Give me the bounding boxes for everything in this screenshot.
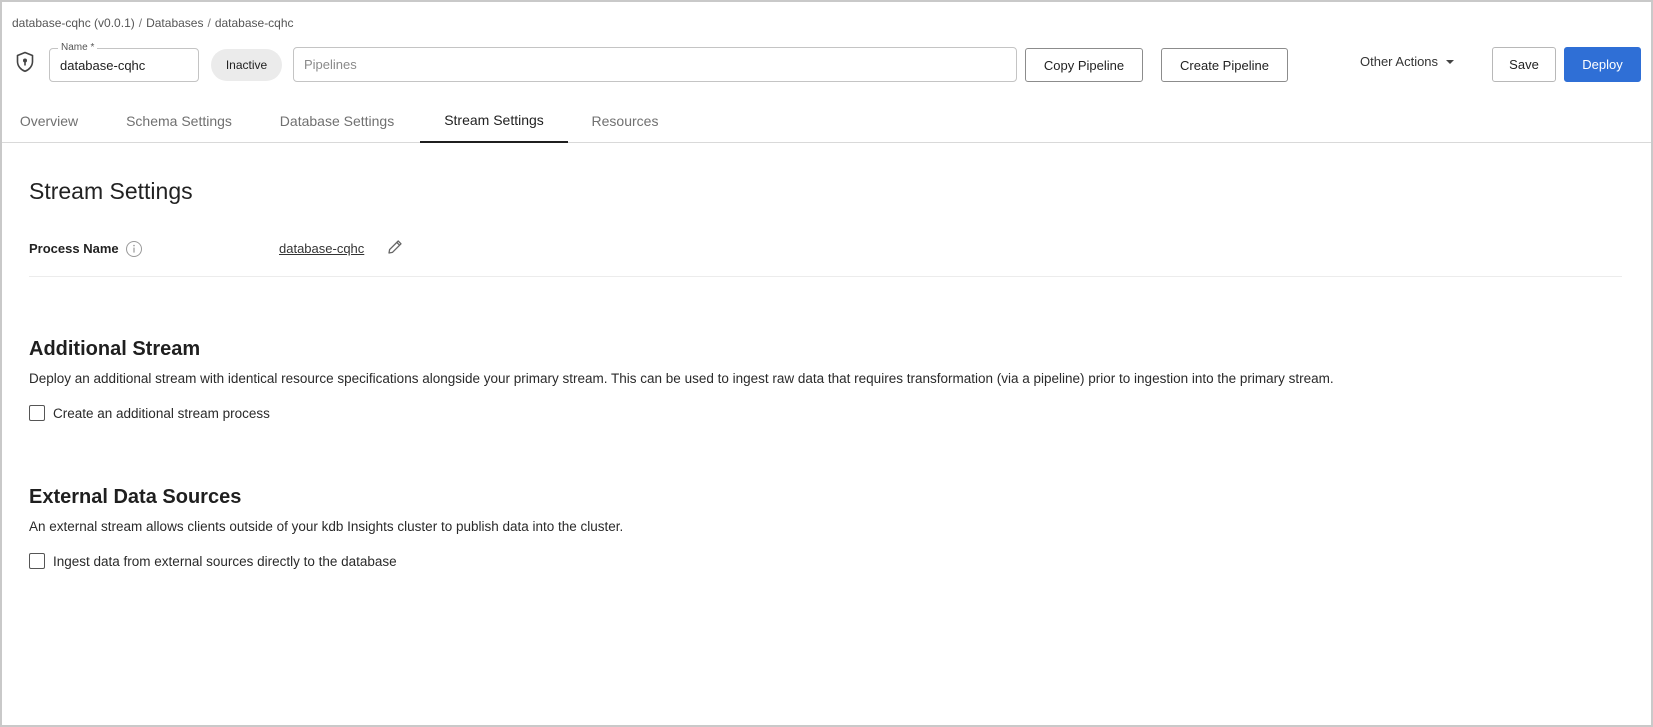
caret-down-icon xyxy=(1446,59,1455,64)
additional-stream-checkbox[interactable] xyxy=(29,405,45,421)
save-button[interactable]: Save xyxy=(1492,47,1556,82)
breadcrumb-item-package[interactable]: database-cqhc (v0.0.1) xyxy=(12,16,135,30)
external-data-sources-checkbox-row[interactable]: Ingest data from external sources direct… xyxy=(29,553,397,569)
breadcrumb-separator: / xyxy=(207,16,211,30)
additional-stream-description: Deploy an additional stream with identic… xyxy=(29,371,1334,386)
pencil-edit-icon[interactable] xyxy=(386,238,404,256)
app-frame: database-cqhc (v0.0.1) / Databases / dat… xyxy=(0,0,1653,727)
tab-stream-settings[interactable]: Stream Settings xyxy=(420,98,568,143)
tab-database-settings[interactable]: Database Settings xyxy=(270,98,404,143)
name-field[interactable]: Name * database-cqhc xyxy=(49,42,199,82)
other-actions-label: Other Actions xyxy=(1360,54,1439,69)
additional-stream-checkbox-row[interactable]: Create an additional stream process xyxy=(29,405,270,421)
process-name-value[interactable]: database-cqhc xyxy=(279,241,364,256)
additional-stream-title: Additional Stream xyxy=(29,338,201,360)
other-actions-menu[interactable]: Other Actions xyxy=(1360,54,1455,69)
external-data-sources-title: External Data Sources xyxy=(29,486,242,508)
copy-pipeline-button[interactable]: Copy Pipeline xyxy=(1025,48,1143,82)
external-data-sources-checkbox-label: Ingest data from external sources direct… xyxy=(53,553,397,569)
external-data-sources-description: An external stream allows clients outsid… xyxy=(29,519,624,534)
tab-bar: Overview Schema Settings Database Settin… xyxy=(2,98,1651,143)
deploy-button[interactable]: Deploy xyxy=(1564,47,1641,82)
additional-stream-checkbox-label: Create an additional stream process xyxy=(53,405,270,421)
external-data-sources-checkbox[interactable] xyxy=(29,553,45,569)
page-title: Stream Settings xyxy=(29,178,193,204)
pipelines-select[interactable]: Pipelines xyxy=(293,47,1017,82)
tab-resources[interactable]: Resources xyxy=(584,98,666,143)
breadcrumb-item-current: database-cqhc xyxy=(214,16,294,30)
name-field-label: Name * xyxy=(58,42,98,54)
status-badge: Inactive xyxy=(211,49,282,81)
breadcrumb: database-cqhc (v0.0.1) / Databases / dat… xyxy=(12,16,294,30)
name-field-value: database-cqhc xyxy=(60,58,146,73)
breadcrumb-item-databases[interactable]: Databases xyxy=(146,16,203,30)
divider xyxy=(29,276,1622,277)
process-name-label: Process Name xyxy=(29,241,119,256)
tab-overview[interactable]: Overview xyxy=(10,98,88,143)
info-icon[interactable] xyxy=(125,240,143,258)
tab-schema-settings[interactable]: Schema Settings xyxy=(120,98,238,143)
breadcrumb-separator: / xyxy=(138,16,143,30)
shield-lock-icon xyxy=(16,51,34,73)
create-pipeline-button[interactable]: Create Pipeline xyxy=(1161,48,1288,82)
